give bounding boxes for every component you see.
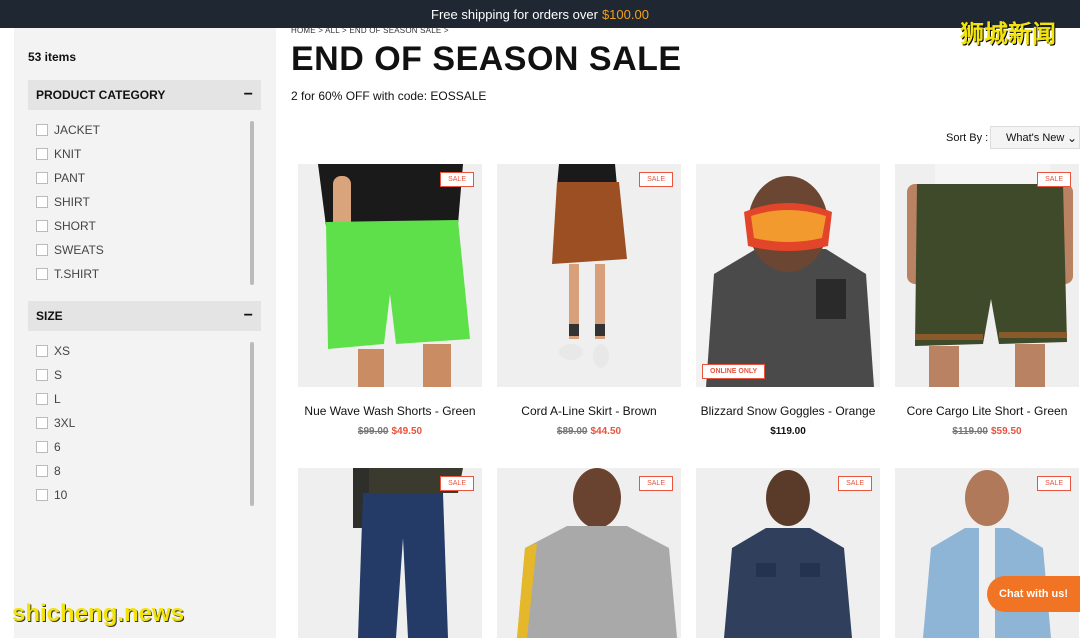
sale-badge: SALE (440, 172, 474, 187)
option-label: SHIRT (54, 195, 90, 209)
chat-button[interactable]: Chat with us! (987, 576, 1080, 612)
option-label: SWEATS (54, 243, 104, 257)
option-label: S (54, 368, 63, 382)
product-image[interactable]: SALE (895, 164, 1079, 387)
chat-label: Chat with us! (999, 588, 1069, 600)
checkbox[interactable] (36, 244, 48, 256)
sort-select[interactable]: What's New ⌄ (990, 126, 1080, 149)
option-label: PANT (54, 171, 86, 185)
category-option[interactable]: KNIT (36, 142, 251, 166)
original-price: $119.00 (952, 426, 988, 437)
product-name[interactable]: Blizzard Snow Goggles - Orange (696, 404, 880, 418)
sale-badge: SALE (1037, 476, 1071, 491)
sale-badge: SALE (639, 172, 673, 187)
shipping-banner: Free shipping for orders over $100.00 (0, 0, 1080, 28)
shipping-threshold: $100.00 (601, 6, 649, 22)
size-option[interactable]: 10 (36, 483, 251, 507)
option-label: 8 (54, 464, 61, 478)
sale-badge: SALE (639, 476, 673, 491)
product-price: $99.00 $49.50 (298, 426, 482, 437)
checkbox[interactable] (36, 124, 48, 136)
category-filter-list: JACKET KNIT PANT SHIRT SHORT SWEATS T.SH… (36, 118, 251, 286)
product-image[interactable]: SALE (895, 468, 1079, 638)
product-name[interactable]: Core Cargo Lite Short - Green (895, 404, 1079, 418)
promo-code-text: 2 for 60% OFF with code: EOSSALE (291, 89, 487, 103)
checkbox[interactable] (36, 268, 48, 280)
watermark-site: shicheng.news (12, 600, 185, 627)
filter-sidebar: 53 items PRODUCT CATEGORY − JACKET KNIT … (14, 28, 276, 638)
collapse-icon[interactable]: − (244, 307, 253, 325)
breadcrumb[interactable]: HOME > ALL > END OF SEASON SALE > (291, 26, 449, 35)
sale-badge: SALE (440, 476, 474, 491)
facet-title: SIZE (36, 309, 63, 323)
online-only-badge: ONLINE ONLY (702, 364, 766, 379)
facet-header-category[interactable]: PRODUCT CATEGORY − (28, 80, 261, 110)
option-label: KNIT (54, 147, 82, 161)
size-option[interactable]: 3XL (36, 411, 251, 435)
option-label: 6 (54, 440, 61, 454)
product-image[interactable]: SALE (298, 164, 482, 387)
product-name[interactable]: Nue Wave Wash Shorts - Green (298, 404, 482, 418)
checkbox[interactable] (36, 172, 48, 184)
option-label: XS (54, 344, 71, 358)
facet-title: PRODUCT CATEGORY (36, 88, 166, 102)
size-option[interactable]: XS (36, 339, 251, 363)
category-option[interactable]: T.SHIRT (36, 262, 251, 286)
product-image[interactable]: ONLINE ONLY (696, 164, 880, 387)
option-label: 3XL (54, 416, 76, 430)
checkbox[interactable] (36, 465, 48, 477)
sort-selected-value: What's New (1006, 131, 1065, 144)
collapse-icon[interactable]: − (244, 86, 253, 104)
items-count: 53 items (28, 50, 77, 64)
chevron-down-icon: ⌄ (1066, 131, 1077, 145)
size-scrollbar[interactable] (250, 342, 254, 506)
sort-label: Sort By : (946, 132, 989, 144)
original-price: $89.00 (556, 426, 588, 437)
product-name[interactable]: Cord A-Line Skirt - Brown (497, 404, 681, 418)
regular-price: $119.00 (770, 426, 806, 437)
product-image[interactable]: SALE (696, 468, 880, 638)
option-label: 10 (54, 488, 68, 502)
checkbox[interactable] (36, 369, 48, 381)
product-price: $89.00 $44.50 (497, 426, 681, 437)
product-image[interactable]: SALE (298, 468, 482, 638)
size-option[interactable]: 6 (36, 435, 251, 459)
checkbox[interactable] (36, 220, 48, 232)
checkbox[interactable] (36, 393, 48, 405)
size-filter-list: XS S L 3XL 6 8 10 (36, 339, 251, 507)
option-label: JACKET (54, 123, 101, 137)
option-label: T.SHIRT (54, 267, 100, 281)
checkbox[interactable] (36, 345, 48, 357)
checkbox[interactable] (36, 196, 48, 208)
option-label: SHORT (54, 219, 96, 233)
checkbox[interactable] (36, 441, 48, 453)
original-price: $99.00 (357, 426, 389, 437)
sale-badge: SALE (838, 476, 872, 491)
checkbox[interactable] (36, 417, 48, 429)
size-option[interactable]: S (36, 363, 251, 387)
shipping-banner-text: Free shipping for orders over (431, 6, 598, 22)
category-option[interactable]: SWEATS (36, 238, 251, 262)
sale-price: $59.50 (991, 426, 1022, 437)
product-price: $119.00 (696, 426, 880, 437)
category-scrollbar[interactable] (250, 121, 254, 285)
category-option[interactable]: JACKET (36, 118, 251, 142)
sale-price: $49.50 (391, 426, 423, 437)
sale-price: $44.50 (590, 426, 622, 437)
product-price: $119.00 $59.50 (895, 426, 1079, 437)
sale-badge: SALE (1037, 172, 1071, 187)
watermark-chinese: 狮城新闻 (960, 21, 1056, 48)
product-image[interactable]: SALE (497, 468, 681, 638)
checkbox[interactable] (36, 489, 48, 501)
category-option[interactable]: SHORT (36, 214, 251, 238)
checkbox[interactable] (36, 148, 48, 160)
category-option[interactable]: SHIRT (36, 190, 251, 214)
page-title: END OF SEASON SALE (291, 40, 682, 78)
option-label: L (54, 392, 61, 406)
category-option[interactable]: PANT (36, 166, 251, 190)
size-option[interactable]: 8 (36, 459, 251, 483)
size-option[interactable]: L (36, 387, 251, 411)
product-image[interactable]: SALE (497, 164, 681, 387)
facet-header-size[interactable]: SIZE − (28, 301, 261, 331)
